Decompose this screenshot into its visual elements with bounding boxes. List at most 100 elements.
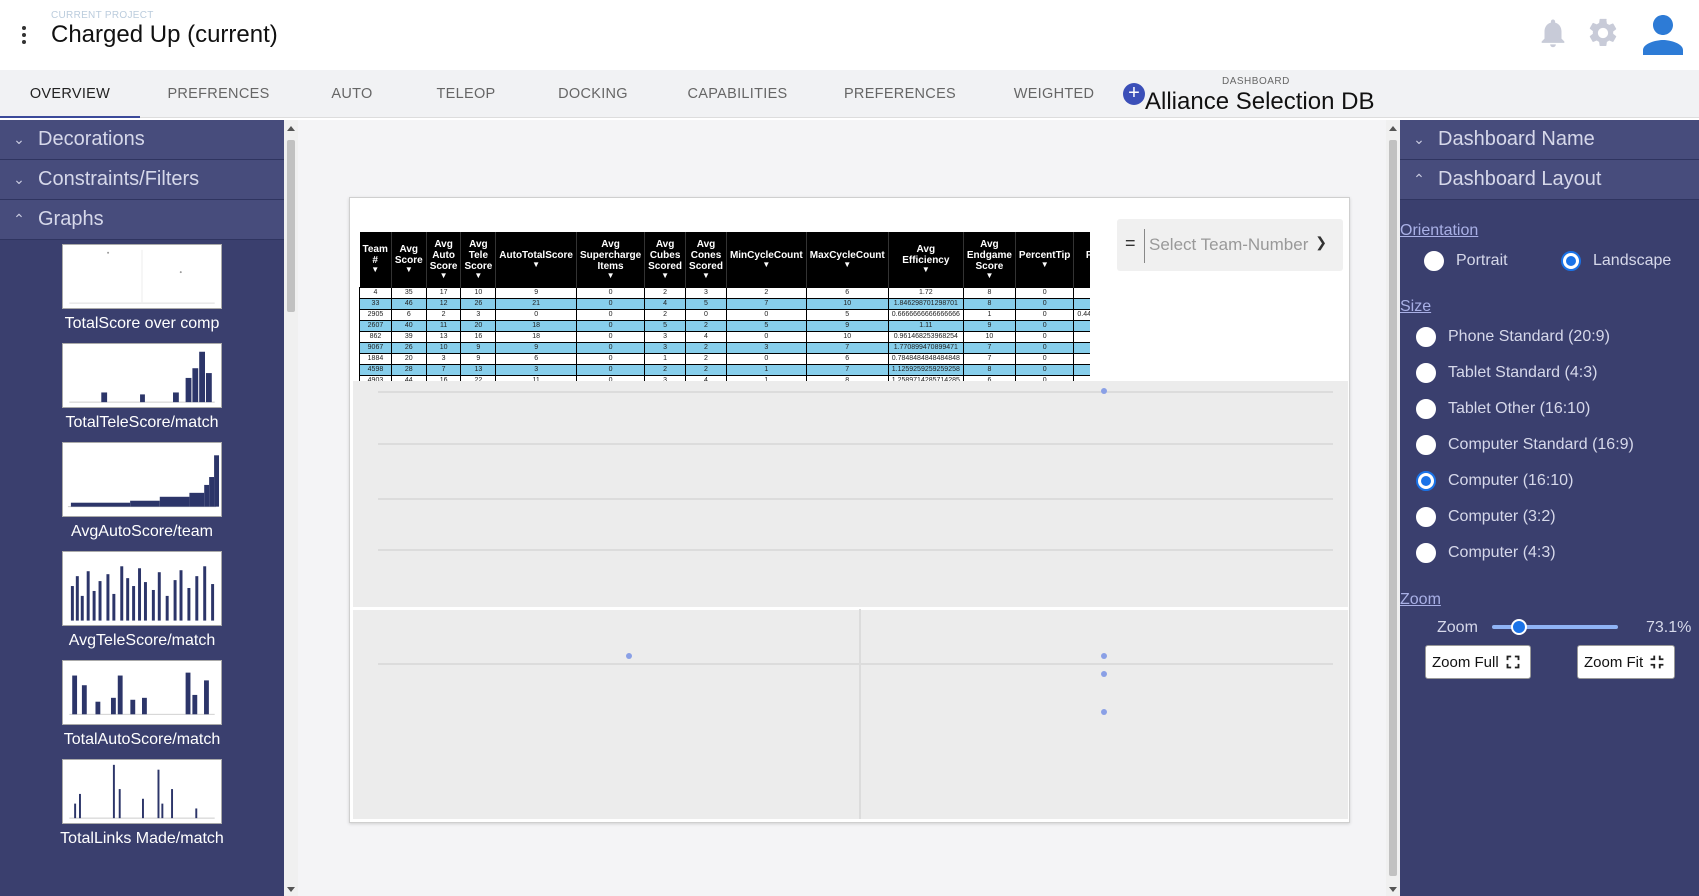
section-decorations[interactable]: ⌄ Decorations (0, 120, 284, 160)
radio-button[interactable] (1416, 363, 1436, 383)
tab-teleop[interactable]: TELEOP (428, 70, 504, 118)
column-header[interactable]: Avg Cones Scored ▼ (685, 232, 727, 287)
sort-arrow-icon[interactable]: ▼ (648, 271, 682, 280)
size-option[interactable]: Computer (4:3) (1416, 535, 1634, 571)
table-cell: 0 (1073, 363, 1090, 376)
sort-arrow-icon[interactable]: ▼ (430, 271, 458, 280)
column-header[interactable]: PercentDC▼ (1073, 232, 1090, 287)
dashboard-name-input[interactable]: Alliance Selection DB (1145, 88, 1374, 118)
canvas-scrollbar[interactable] (1386, 120, 1400, 896)
sort-arrow-icon[interactable]: ▼ (580, 271, 641, 280)
section-dashboard-name[interactable]: ⌄ Dashboard Name (1400, 120, 1699, 160)
radio-label: Computer (16:10) (1448, 472, 1574, 489)
graph-item[interactable]: TotalLinks Made/match (0, 759, 284, 848)
gridline (378, 391, 1333, 393)
column-header[interactable]: AutoTotalScore ▼ (495, 232, 577, 287)
size-option[interactable]: Computer Standard (16:9) (1416, 427, 1634, 463)
column-header[interactable]: Team # ▼ (359, 232, 392, 287)
scroll-thumb[interactable] (1389, 140, 1397, 876)
right-sidebar: ⌄ Dashboard Name ⌃ Dashboard Layout Orie… (1400, 120, 1699, 896)
tab-weighted[interactable]: WEIGHTED (1008, 70, 1100, 118)
radio-label: Computer (4:3) (1448, 544, 1556, 561)
scroll-down-icon[interactable] (287, 887, 295, 892)
account-avatar-icon[interactable] (1638, 10, 1688, 60)
radio-button[interactable] (1424, 251, 1444, 271)
tab-auto[interactable]: AUTO (318, 70, 386, 118)
tab-preferences[interactable]: PREFERENCES (841, 70, 959, 118)
size-option[interactable]: Tablet Standard (4:3) (1416, 355, 1634, 391)
table-cell: 2 (685, 363, 727, 376)
scroll-down-icon[interactable] (1389, 887, 1397, 892)
graph-label: AvgAutoScore/team (70, 523, 213, 540)
graph-item[interactable]: AvgTeleScore/match (0, 551, 284, 650)
orientation-landscape[interactable]: Landscape (1561, 243, 1671, 279)
size-option[interactable]: Tablet Other (16:10) (1416, 391, 1634, 427)
table-cell: 4 (685, 330, 727, 343)
sort-arrow-icon[interactable]: ▼ (689, 271, 723, 280)
gear-icon[interactable] (1586, 16, 1620, 50)
zoom-full-button[interactable]: Zoom Full (1425, 645, 1531, 679)
sort-arrow-icon[interactable]: ▼ (967, 271, 1012, 280)
column-header[interactable]: Avg Score ▼ (391, 232, 427, 287)
tab-capabilities[interactable]: CAPABILITIES (684, 70, 791, 118)
column-header[interactable]: Avg Supercharge Items ▼ (576, 232, 646, 287)
sort-arrow-icon[interactable]: ▼ (1077, 261, 1090, 269)
scroll-up-icon[interactable] (1389, 126, 1397, 131)
sort-arrow-icon[interactable]: ▼ (1019, 260, 1071, 269)
add-tab-button[interactable]: + (1123, 83, 1145, 105)
radio-button[interactable] (1561, 251, 1581, 271)
column-header[interactable]: MinCycleCount ▼ (726, 232, 807, 287)
zoom-fit-button[interactable]: Zoom Fit (1577, 645, 1676, 679)
graph-list: TotalScore over comp TotalTeleScore/matc… (0, 240, 284, 848)
scroll-thumb[interactable] (287, 140, 295, 312)
size-option[interactable]: Phone Standard (20:9) (1416, 319, 1634, 355)
sort-arrow-icon[interactable]: ▼ (730, 260, 803, 269)
tab-bar: OVERVIEW PREFRENCES AUTO TELEOP DOCKING … (0, 70, 1699, 118)
radio-button[interactable] (1416, 471, 1436, 491)
radio-button[interactable] (1416, 507, 1436, 527)
orientation-portrait[interactable]: Portrait (1424, 243, 1561, 279)
scroll-up-icon[interactable] (287, 126, 295, 131)
column-header-text: Cubes (649, 249, 681, 261)
sort-arrow-icon[interactable]: ▼ (363, 266, 388, 274)
section-constraints-filters[interactable]: ⌄ Constraints/Filters (0, 160, 284, 200)
radio-button[interactable] (1416, 399, 1436, 419)
size-option[interactable]: Computer (16:10) (1416, 463, 1634, 499)
radio-button[interactable] (1416, 327, 1436, 347)
section-dashboard-layout[interactable]: ⌃ Dashboard Layout (1400, 160, 1699, 200)
sort-arrow-icon[interactable]: ▼ (395, 266, 423, 274)
more-options-icon[interactable] (16, 22, 32, 48)
graph-item[interactable]: TotalAutoScore/match (0, 660, 284, 749)
column-header[interactable]: Avg Cubes Scored ▼ (644, 232, 687, 287)
column-header[interactable]: Avg Endgame Score ▼ (963, 232, 1016, 287)
graph-item[interactable]: TotalTeleScore/match (0, 343, 284, 432)
column-header[interactable]: MaxCycleCount ▼ (806, 232, 889, 287)
tab-docking[interactable]: DOCKING (553, 70, 633, 118)
tab-overview[interactable]: OVERVIEW (0, 70, 140, 118)
column-header[interactable]: Avg Efficiency ▼ (888, 232, 964, 287)
column-header[interactable]: Avg Tele Score ▼ (460, 232, 497, 287)
sort-arrow-icon[interactable]: ▼ (892, 266, 960, 274)
zoom-slider-knob[interactable] (1511, 619, 1527, 635)
graph-item[interactable]: AvgAutoScore/team (0, 442, 284, 541)
left-scrollbar[interactable] (284, 120, 298, 896)
sort-arrow-icon[interactable]: ▼ (499, 260, 573, 269)
bell-icon[interactable] (1536, 16, 1570, 50)
column-header[interactable]: PercentTip ▼ (1015, 232, 1075, 287)
radio-button[interactable] (1416, 435, 1436, 455)
tab-prefrences[interactable]: PREFRENCES (156, 70, 281, 118)
graph-item[interactable]: TotalScore over comp (0, 244, 284, 333)
section-graphs[interactable]: ⌃ Graphs (0, 200, 284, 240)
size-option[interactable]: Computer (3:2) (1416, 499, 1634, 535)
team-number-select[interactable]: = Select Team-Number ❯ (1117, 219, 1343, 271)
column-header[interactable]: Avg Auto Score ▼ (426, 232, 462, 287)
field-divider (1144, 229, 1145, 263)
table-cell: 28 (390, 363, 427, 376)
table-cell: 0 (1073, 286, 1090, 299)
gridline (859, 609, 861, 819)
sort-arrow-icon[interactable]: ▼ (810, 260, 885, 269)
radio-label: Portrait (1456, 252, 1508, 269)
radio-button[interactable] (1416, 543, 1436, 563)
table-cell: 5 (685, 297, 727, 310)
sort-arrow-icon[interactable]: ▼ (464, 271, 492, 280)
